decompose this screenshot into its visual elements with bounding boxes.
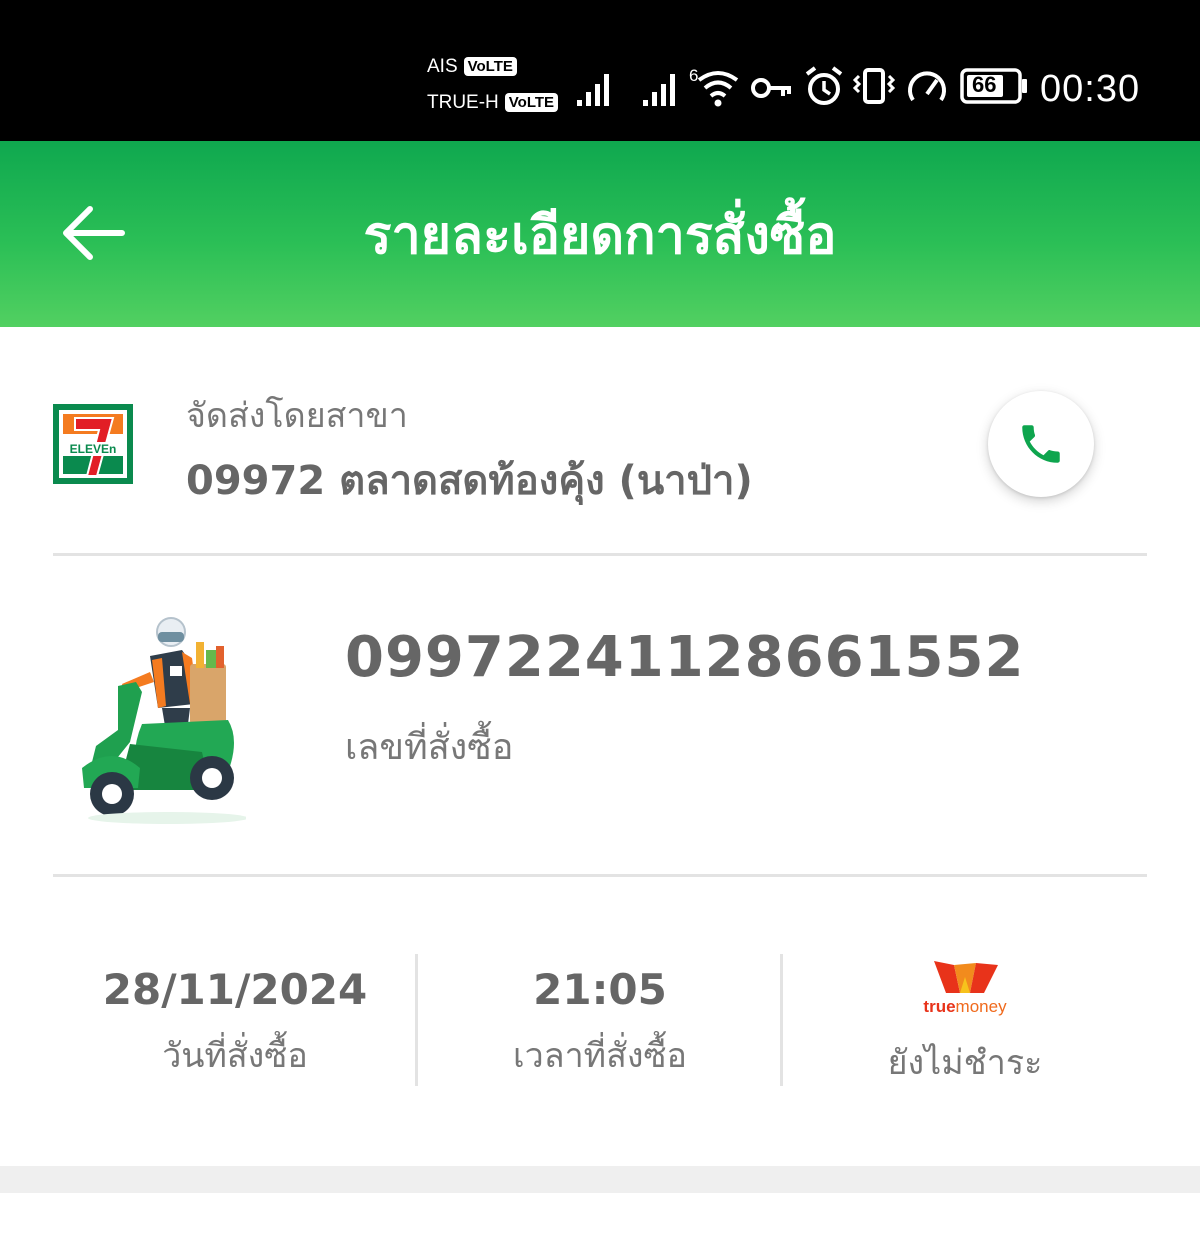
carrier-name: TRUE-H <box>427 92 499 113</box>
section-separator <box>0 1166 1200 1193</box>
divider <box>53 874 1147 877</box>
truemoney-text: money <box>955 997 1007 1016</box>
seven-eleven-logo: ELEVEn <box>53 404 133 484</box>
order-number: 09972241128661552 <box>345 625 1025 690</box>
order-date-label: วันที่สั่งซื้อ <box>162 1036 308 1076</box>
volte-badge: VoLTE <box>463 57 517 77</box>
svg-text:ELEVEn: ELEVEn <box>70 442 117 456</box>
volte-badge: VoLTE <box>504 93 559 113</box>
phone-icon <box>1022 425 1060 463</box>
truemoney-logo: truemoney <box>920 957 1010 1019</box>
app-header: รายละเอียดการสั่งซื้อ <box>0 141 1200 327</box>
payment-status: ยังไม่ชำระ <box>887 1043 1043 1083</box>
payment-cell: truemoney ยังไม่ชำระ <box>783 955 1147 1085</box>
clock: 00:30 <box>1040 68 1141 110</box>
store-caption: จัดส่งโดยสาขา <box>186 396 408 436</box>
order-time-label: เวลาที่สั่งซื้อ <box>513 1036 687 1076</box>
divider <box>53 553 1147 556</box>
store-name: 09972 ตลาดสดท้องคุ้ง (นาป่า) <box>186 458 753 504</box>
speed-icon <box>908 71 946 102</box>
carrier-name: AIS <box>427 56 458 77</box>
order-date-cell: 28/11/2024 วันที่สั่งซื้อ <box>53 955 417 1085</box>
order-time-cell: 21:05 เวลาที่สั่งซื้อ <box>418 955 782 1085</box>
order-date: 28/11/2024 <box>102 965 368 1014</box>
order-number-label: เลขที่สั่งซื้อ <box>345 727 514 768</box>
status-bar: AIS VoLTE TRUE-H VoLTE 6 66 00:30 <box>0 0 1200 141</box>
carrier-true: TRUE-H VoLTE <box>427 92 559 114</box>
carrier-ais: AIS VoLTE <box>427 56 517 78</box>
order-time: 21:05 <box>533 965 667 1014</box>
page-title: รายละเอียดการสั่งซื้อ <box>363 206 837 266</box>
delivery-scooter-illustration <box>78 612 248 826</box>
wifi-icon <box>697 71 739 107</box>
vibrate-icon <box>852 68 896 104</box>
battery-level: 66 <box>972 72 997 97</box>
truemoney-text: true <box>923 997 956 1016</box>
alarm-icon <box>805 66 843 105</box>
call-store-button[interactable] <box>988 391 1094 497</box>
signal-icon <box>643 74 675 106</box>
vpn-key-icon <box>751 78 791 98</box>
signal-icon <box>577 74 609 106</box>
